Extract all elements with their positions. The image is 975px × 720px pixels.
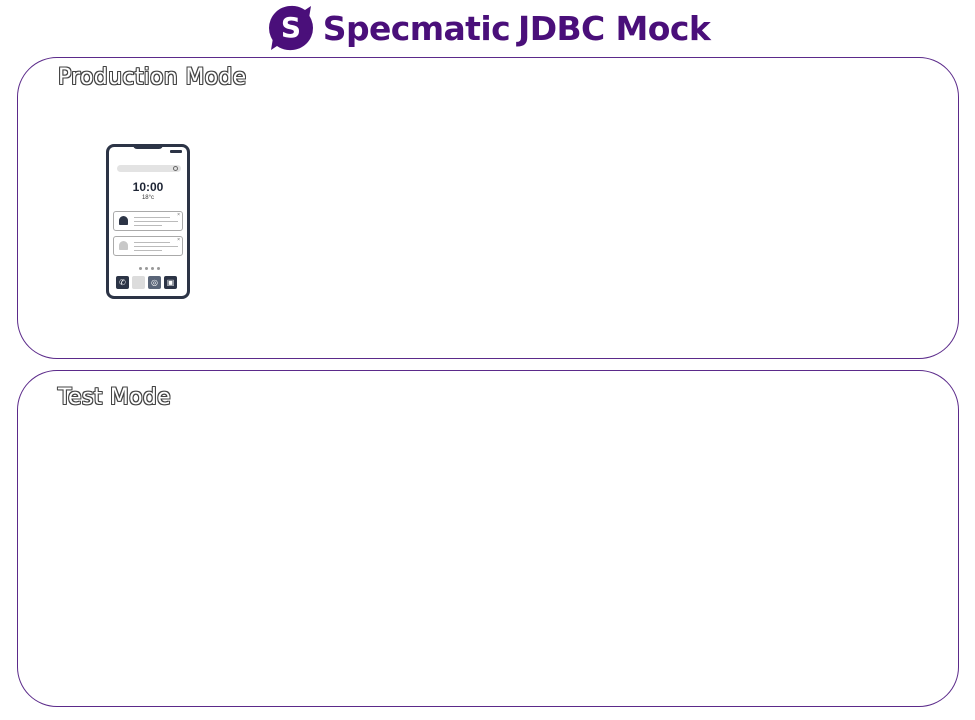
notification-card: ×: [113, 211, 183, 231]
text-line: [134, 250, 162, 251]
mobile-phone-illustration: 10:00 18°c × × ✆ ◎ ▣: [106, 144, 190, 299]
bell-icon: [119, 241, 128, 250]
instagram-icon: ▣: [164, 276, 177, 289]
svg-text:S: S: [281, 11, 301, 44]
test-mode-panel: Test Mode: [17, 370, 959, 707]
text-line: [134, 217, 170, 218]
phone-clock: 10:00: [132, 180, 164, 194]
search-icon: [173, 166, 178, 171]
bell-icon: [119, 216, 128, 225]
phone-temperature: 18°c: [141, 195, 155, 201]
app-dock: ✆ ◎ ▣: [116, 276, 177, 289]
panel-title: Production Mode: [58, 65, 247, 90]
text-line: [134, 221, 178, 222]
specmatic-logo-icon: S: [268, 5, 313, 51]
brand-name: Specmatic: [322, 8, 511, 48]
panel-title: Test Mode: [58, 385, 171, 410]
product-name: JDBC Mock: [518, 8, 711, 48]
production-mode-panel: Production Mode 10:00 18°c × × ✆ ◎ ▣: [17, 57, 959, 359]
text-line: [134, 225, 162, 226]
phone-search-bar: [117, 165, 181, 172]
header: S Specmatic JDBC Mock: [0, 0, 975, 56]
battery-icon: [170, 150, 182, 153]
whatsapp-icon: ◎: [148, 276, 161, 289]
text-line: [134, 246, 178, 247]
text-line: [134, 242, 170, 243]
notification-card: ×: [113, 236, 183, 256]
close-icon: ×: [177, 212, 180, 218]
page-dots: [139, 267, 160, 270]
brand-logo: S Specmatic JDBC Mock: [265, 2, 711, 54]
phone-icon: ✆: [116, 276, 129, 289]
phone-notch: [133, 144, 163, 149]
blank-app-icon: [132, 276, 145, 289]
close-icon: ×: [177, 237, 180, 243]
